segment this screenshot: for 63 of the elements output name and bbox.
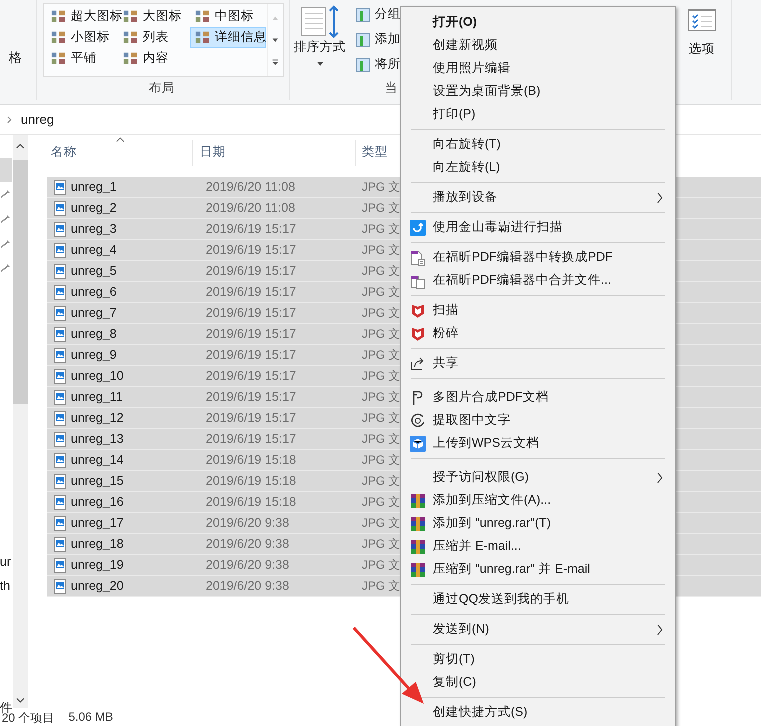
file-type: JPG 文: [362, 200, 401, 214]
file-type: JPG 文: [362, 558, 401, 572]
file-type: JPG 文: [362, 390, 401, 404]
file-name: unreg_12: [71, 411, 124, 425]
file-date: 2019/6/19 15:17: [206, 222, 296, 236]
file-date: 2019/6/19 15:18: [206, 453, 296, 467]
file-date: 2019/6/20 11:08: [206, 180, 296, 194]
file-date: 2019/6/19 15:17: [206, 432, 296, 446]
file-type: JPG 文: [362, 306, 401, 320]
file-date: 2019/6/19 15:17: [206, 411, 296, 425]
file-date: 2019/6/19 15:18: [206, 495, 296, 509]
file-type: JPG 文: [362, 452, 401, 466]
file-name: unreg_15: [71, 474, 124, 488]
file-name: unreg_18: [71, 537, 124, 551]
file-type: JPG 文: [362, 348, 401, 362]
file-date: 2019/6/19 15:17: [206, 327, 296, 341]
group-label: 布局: [149, 80, 175, 97]
file-name: unreg_7: [71, 306, 117, 320]
file-name: unreg_2: [71, 201, 117, 215]
file-date: 2019/6/19 15:17: [206, 306, 296, 320]
file-name: unreg_10: [71, 369, 124, 383]
file-name: unreg_5: [71, 264, 117, 278]
file-date: 2019/6/20 9:38: [206, 516, 290, 530]
file-type: JPG 文: [362, 494, 401, 508]
file-type: JPG 文: [362, 410, 401, 424]
selection-size: 5.06 MB: [68, 710, 114, 726]
file-date: 2019/6/19 15:17: [206, 264, 296, 278]
file-name: unreg_4: [71, 243, 117, 257]
file-date: 2019/6/19 15:17: [206, 243, 296, 257]
file-type: JPG 文: [362, 432, 401, 446]
file-name: unreg_20: [71, 579, 124, 593]
file-name: unreg_17: [71, 516, 124, 530]
file-type: JPG 文: [362, 516, 401, 530]
file-date: 2019/6/20 9:38: [206, 558, 290, 572]
file-type: JPG 文: [362, 180, 401, 194]
file-name: unreg_16: [71, 495, 124, 509]
file-type: JPG 文: [362, 368, 401, 382]
file-date: 2019/6/19 15:17: [206, 285, 296, 299]
file-type: JPG 文: [362, 222, 401, 236]
file-name: unreg_6: [71, 285, 117, 299]
file-name: unreg_9: [71, 348, 117, 362]
file-date: 2019/6/19 15:17: [206, 348, 296, 362]
file-name: unreg_8: [71, 327, 117, 341]
file-date: 2019/6/20 9:38: [206, 579, 290, 593]
file-date: 2019/6/19 15:17: [206, 369, 296, 383]
file-date: 2019/6/20 9:38: [206, 537, 290, 551]
file-date: 2019/6/19 15:18: [206, 474, 296, 488]
file-type: JPG 文: [362, 578, 401, 592]
file-name: unreg_19: [71, 558, 124, 572]
file-date: 2019/6/20 11:08: [206, 201, 296, 215]
group-label: 当: [385, 80, 398, 97]
file-type: JPG 文: [362, 264, 401, 278]
file-name: unreg_11: [71, 390, 123, 404]
file-name: unreg_1: [71, 180, 117, 194]
file-type: JPG 文: [362, 536, 401, 550]
file-type: JPG 文: [362, 284, 401, 298]
file-name: unreg_3: [71, 222, 117, 236]
file-name: unreg_13: [71, 432, 124, 446]
file-type: JPG 文: [362, 474, 401, 488]
file-type: JPG 文: [362, 326, 401, 340]
file-date: 2019/6/19 15:17: [206, 390, 296, 404]
file-name: unreg_14: [71, 453, 124, 467]
file-type: JPG 文: [362, 242, 401, 256]
